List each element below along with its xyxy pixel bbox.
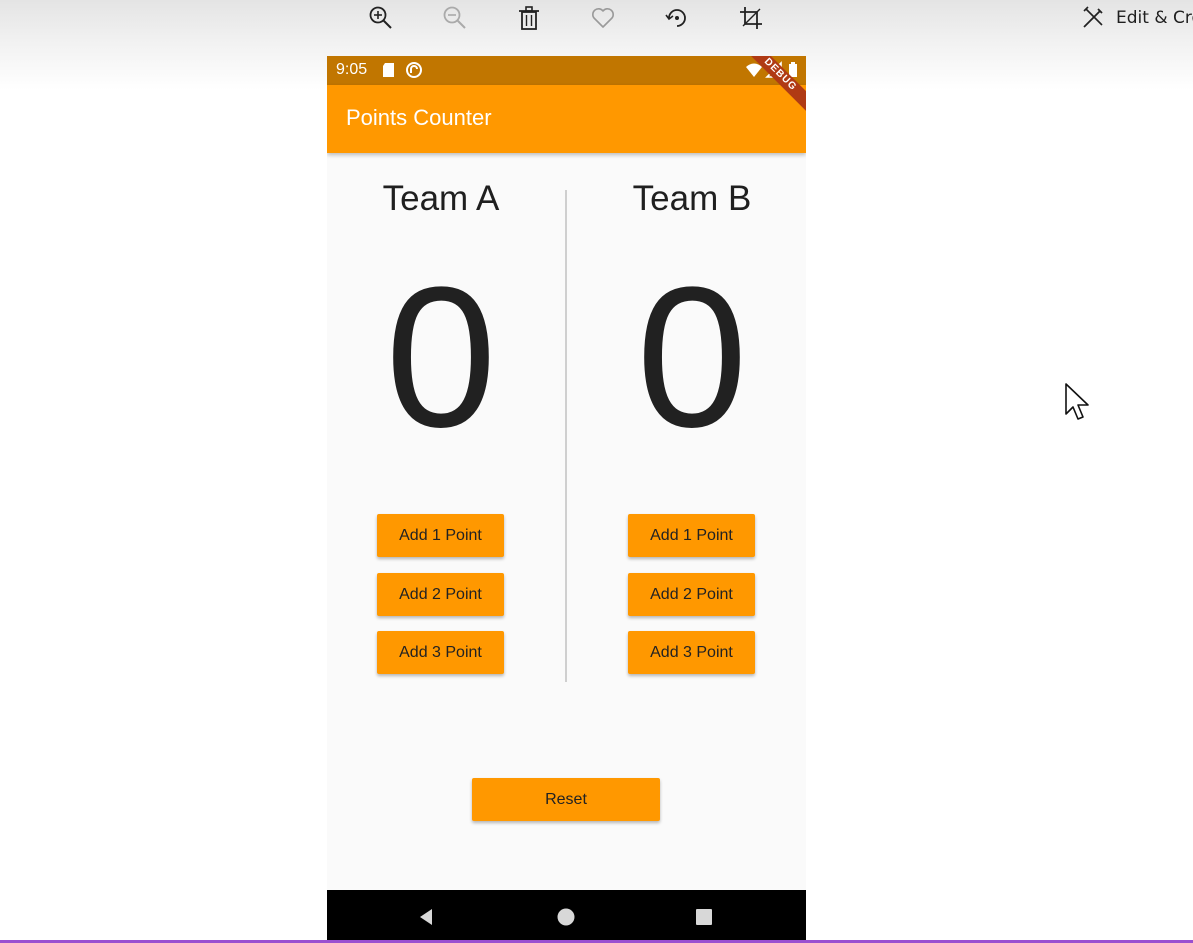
team-a-add-3-button[interactable]: Add 3 Point [377, 631, 504, 674]
team-b-add-3-button[interactable]: Add 3 Point [628, 631, 755, 674]
wifi-icon [746, 63, 762, 77]
team-b-add-2-button[interactable]: Add 2 Point [628, 573, 755, 616]
team-a-add-1-button[interactable]: Add 1 Point [377, 514, 504, 557]
team-b-add-1-button[interactable]: Add 1 Point [628, 514, 755, 557]
photo-viewer: Edit & Cre 9:05 Points Counter DEBUG Tea… [0, 0, 1193, 943]
reset-button[interactable]: Reset [472, 778, 660, 821]
crop-icon[interactable] [737, 4, 765, 32]
status-time: 9:05 [336, 61, 368, 78]
team-a-name: Team A [382, 179, 500, 218]
team-a-add-2-button[interactable]: Add 2 Point [377, 573, 504, 616]
favorite-icon[interactable] [589, 4, 617, 32]
zoom-in-icon[interactable] [367, 4, 395, 32]
status-bar: 9:05 [327, 56, 806, 85]
edit-create-icon [1083, 6, 1103, 28]
edit-create-label: Edit & Cre [1116, 8, 1193, 28]
rotate-icon[interactable] [663, 4, 691, 32]
team-b-score: 0 [636, 246, 748, 469]
team-a-score: 0 [385, 246, 497, 469]
team-a-column: Team A 0 Add 1 Point Add 2 Point Add 3 P… [327, 153, 555, 753]
mouse-cursor-icon [1065, 383, 1089, 420]
edit-create-button[interactable]: Edit & Cre [1080, 4, 1193, 32]
zoom-out-icon[interactable] [441, 4, 469, 32]
recents-icon[interactable] [691, 904, 717, 930]
signal-icon [765, 61, 782, 78]
vertical-divider [565, 190, 567, 682]
team-b-column: Team B 0 Add 1 Point Add 2 Point Add 3 P… [578, 153, 806, 753]
app-title: Points Counter [346, 105, 492, 130]
sd-card-icon [383, 63, 394, 77]
phone-screen: 9:05 Points Counter DEBUG Team A 0 Add 1… [327, 56, 806, 943]
back-icon[interactable] [413, 904, 439, 930]
android-nav-bar [327, 890, 806, 943]
battery-icon [789, 62, 797, 77]
delete-icon[interactable] [515, 4, 543, 32]
team-b-name: Team B [632, 179, 752, 218]
home-icon[interactable] [553, 904, 579, 930]
sync-icon [406, 62, 422, 78]
app-bar: Points Counter [327, 85, 806, 153]
